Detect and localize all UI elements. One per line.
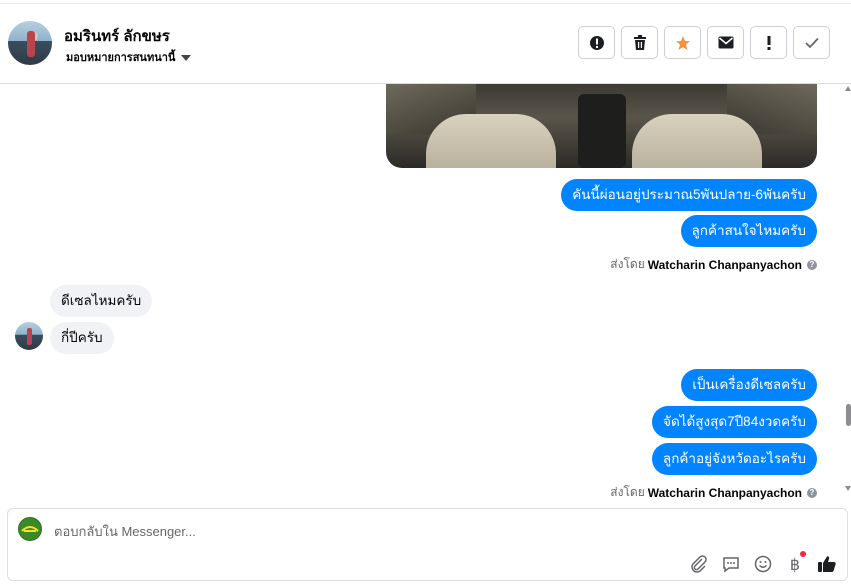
info-icon[interactable]: ? bbox=[807, 259, 817, 270]
contact-avatar-small[interactable] bbox=[15, 322, 43, 350]
conversation-header: อมรินทร์ ลักขษร มอบหมายการสนทนานี้ bbox=[0, 0, 851, 84]
assign-conversation-dropdown[interactable]: มอบหมายการสนทนานี้ bbox=[66, 48, 192, 66]
sent-by-prefix: ส่งโดย bbox=[610, 485, 645, 499]
star-icon bbox=[675, 35, 690, 50]
assign-label: มอบหมายการสนทนานี้ bbox=[66, 52, 176, 64]
outgoing-message[interactable]: ลูกค้าอยู่จังหวัดอะไรครับ bbox=[651, 443, 817, 475]
page-logo-icon bbox=[21, 526, 39, 532]
sent-by-label: ส่งโดย Watcharin Chanpanyachon ? bbox=[610, 483, 817, 502]
incoming-message[interactable]: กี่ปีครับ bbox=[50, 322, 114, 354]
page-avatar bbox=[18, 517, 42, 541]
follow-up-button[interactable] bbox=[750, 26, 787, 59]
scroll-down-arrow-icon[interactable] bbox=[845, 486, 851, 491]
outgoing-message[interactable]: จัดได้สูงสุด7ปี84งวดครับ bbox=[652, 406, 817, 438]
contact-avatar[interactable] bbox=[8, 21, 52, 65]
info-icon[interactable]: ? bbox=[807, 487, 817, 498]
scrollbar-thumb[interactable] bbox=[846, 404, 851, 426]
delete-button[interactable] bbox=[621, 26, 658, 59]
contact-name[interactable]: อมรินทร์ ลักขษร bbox=[64, 24, 170, 48]
sender-name: Watcharin Chanpanyachon bbox=[647, 257, 802, 272]
saved-replies-button[interactable] bbox=[720, 553, 742, 575]
reply-composer: ฿ bbox=[7, 508, 848, 581]
car-interior-photo[interactable] bbox=[386, 84, 817, 168]
emoji-button[interactable] bbox=[752, 553, 774, 575]
sender-name: Watcharin Chanpanyachon bbox=[647, 485, 802, 500]
scrollbar[interactable] bbox=[844, 84, 851, 504]
caret-down-icon bbox=[181, 55, 192, 62]
like-icon bbox=[818, 556, 836, 572]
incoming-message[interactable]: ดีเซลไหมครับ bbox=[50, 285, 153, 317]
mark-spam-button[interactable] bbox=[578, 26, 615, 59]
paperclip-icon bbox=[691, 555, 707, 573]
mail-icon bbox=[718, 36, 733, 49]
mark-unread-button[interactable] bbox=[707, 26, 744, 59]
notification-dot bbox=[800, 551, 806, 557]
star-button[interactable] bbox=[664, 26, 701, 59]
attach-button[interactable] bbox=[688, 553, 710, 575]
reply-input[interactable] bbox=[52, 517, 656, 545]
exclamation-icon bbox=[767, 35, 770, 50]
mark-done-button[interactable] bbox=[793, 26, 830, 59]
outgoing-message[interactable]: ลูกค้าสนใจไหมครับ bbox=[680, 215, 817, 247]
alert-icon bbox=[589, 35, 604, 50]
check-icon bbox=[804, 37, 819, 48]
sent-by-label: ส่งโดย Watcharin Chanpanyachon ? bbox=[610, 255, 817, 274]
trash-icon bbox=[633, 34, 646, 50]
emoji-icon bbox=[754, 555, 772, 573]
header-divider bbox=[0, 3, 851, 4]
scroll-up-arrow-icon[interactable] bbox=[845, 86, 851, 91]
like-button[interactable] bbox=[816, 553, 838, 575]
payment-button[interactable]: ฿ bbox=[784, 551, 806, 575]
outgoing-message[interactable]: คันนี้ผ่อนอยู่ประมาณ5พันปลาย-6พันครับ bbox=[561, 179, 817, 211]
outgoing-message[interactable]: เป็นเครื่องดีเซลครับ bbox=[681, 369, 817, 401]
baht-icon: ฿ bbox=[789, 554, 801, 574]
sent-by-prefix: ส่งโดย bbox=[610, 257, 645, 271]
saved-reply-icon bbox=[723, 557, 739, 573]
